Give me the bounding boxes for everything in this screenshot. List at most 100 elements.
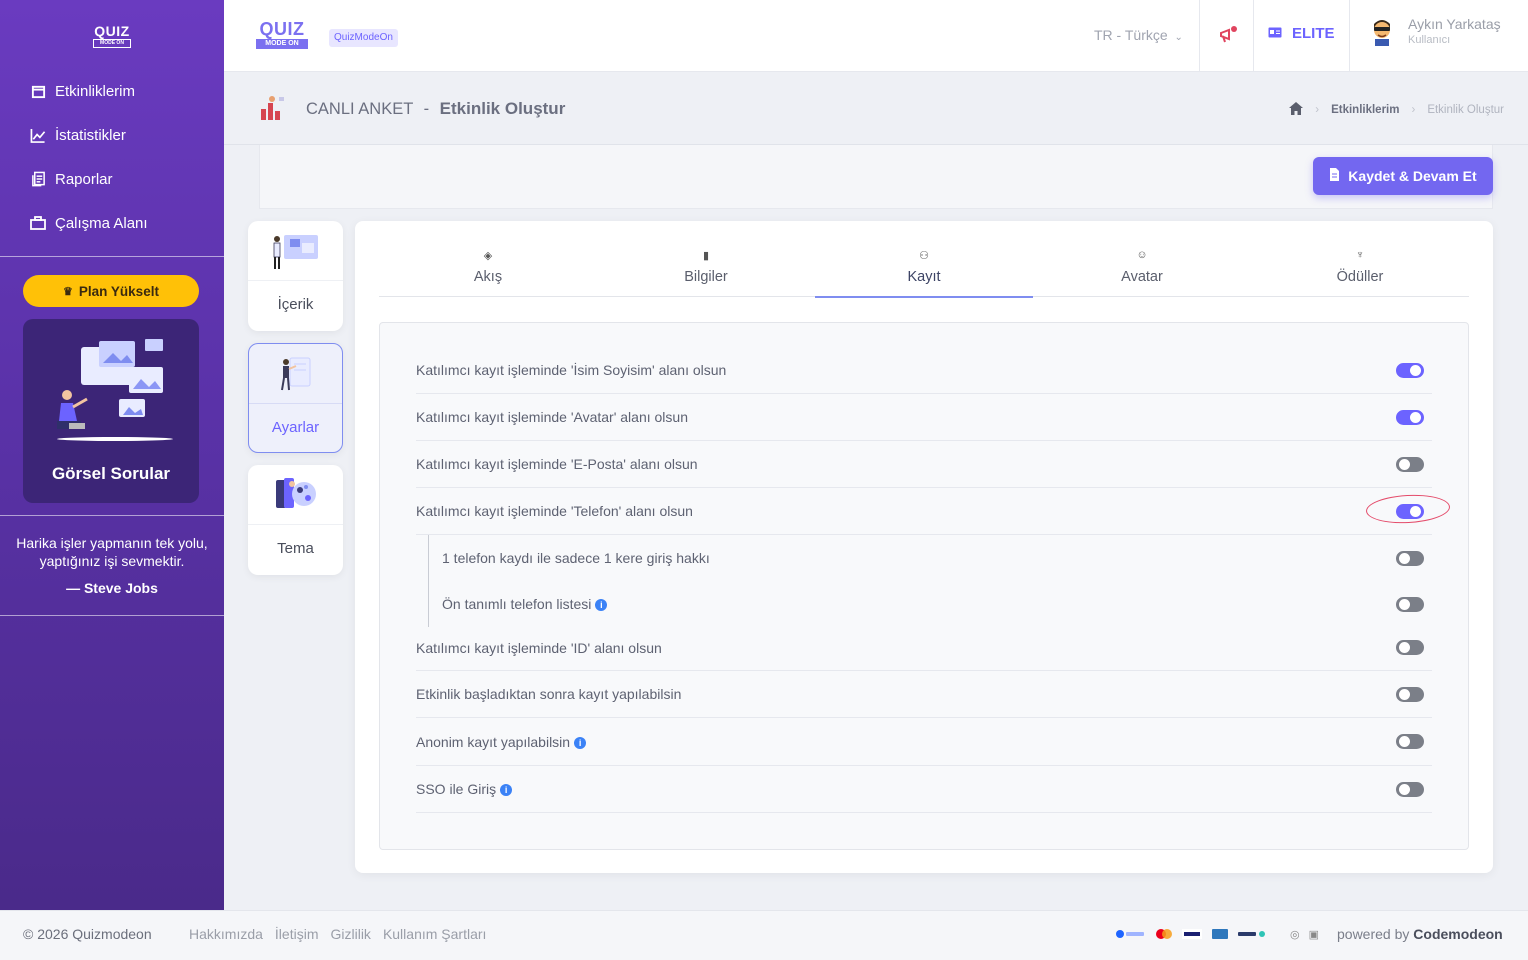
face-icon: ☺ xyxy=(1136,249,1148,261)
home-icon[interactable] xyxy=(1289,102,1304,118)
page-titlebar: CANLI ANKET - Etkinlik Oluştur › Etkinli… xyxy=(224,73,1528,145)
section-theme-card[interactable]: Tema xyxy=(248,465,343,575)
sidebar: QUIZ MODE ON Etkinliklerim İstatistikler… xyxy=(0,0,224,910)
instagram-icon[interactable]: ◎ xyxy=(1290,928,1300,941)
trophy-icon: ♆ xyxy=(1355,249,1365,261)
setting-label: Anonim kayıt yapılabilsin xyxy=(416,733,571,750)
quote-text: Harika işler yapmanın tek yolu, yaptığın… xyxy=(16,535,208,569)
sidebar-logo[interactable]: QUIZ MODE ON xyxy=(93,24,131,48)
sidebar-item-label: Etkinliklerim xyxy=(55,82,136,100)
sidebar-item-etkinliklerim[interactable]: Etkinliklerim xyxy=(29,80,148,102)
chevron-right-icon: › xyxy=(1315,104,1320,116)
card-label: İçerik xyxy=(277,296,314,313)
visa-icon xyxy=(1182,929,1202,941)
language-selector[interactable]: TR - Türkçe ⌄ xyxy=(1094,27,1183,43)
save-continue-button[interactable]: Kaydet & Devam Et xyxy=(1313,157,1493,195)
user-menu[interactable]: Aykın Yarkataş Kullanıcı xyxy=(1370,16,1501,46)
setting-label: Katılımcı kayıt işleminde 'Telefon' alan… xyxy=(416,503,693,519)
footer: © 2026 Quizmodeon Hakkımızda İletişim Gi… xyxy=(0,910,1528,960)
megaphone-icon xyxy=(1220,26,1237,43)
calendar-icon xyxy=(29,82,47,100)
sidebar-divider xyxy=(0,515,224,516)
promo-illustration xyxy=(57,339,173,441)
logo-sub: MODE ON xyxy=(93,39,131,48)
setting-label: Katılımcı kayıt işleminde 'İsim Soyisim'… xyxy=(416,362,727,378)
tab-kayit[interactable]: ⚇ Kayıt xyxy=(815,243,1033,298)
document-icon xyxy=(29,170,47,188)
header-divider xyxy=(1349,0,1350,72)
setting-toggle[interactable] xyxy=(1396,409,1424,425)
event-type: CANLI ANKET xyxy=(306,100,413,118)
section-settings-card[interactable]: Ayarlar xyxy=(248,343,343,453)
info-icon[interactable]: i xyxy=(500,784,513,797)
card-label: Ayarlar xyxy=(271,419,320,436)
breadcrumb-item[interactable]: Etkinliklerim xyxy=(1331,104,1399,116)
iyzico-icon xyxy=(1116,929,1146,941)
footer-link[interactable]: Hakkımızda xyxy=(189,926,263,942)
footer-copyright: © 2026 Quizmodeon xyxy=(23,926,152,942)
settings-tabs: ◈ Akış ▮ Bilgiler ⚇ Kayıt ☺ Avatar ♆ Ödü… xyxy=(379,243,1469,298)
sidebar-item-raporlar[interactable]: Raporlar xyxy=(29,168,148,190)
card-label: Tema xyxy=(277,540,314,557)
footer-link[interactable]: Kullanım Şartları xyxy=(383,926,486,942)
powered-brand[interactable]: Codemodeon xyxy=(1413,926,1502,942)
user-name: Aykın Yarkataş xyxy=(1408,16,1501,32)
setting-toggle[interactable] xyxy=(1396,781,1424,797)
info-icon[interactable]: i xyxy=(574,736,587,749)
avatar xyxy=(1374,20,1390,46)
powered-by: powered by Codemodeon xyxy=(1337,926,1503,942)
plan-badge[interactable]: ELITE xyxy=(1268,25,1335,42)
title-separator: - xyxy=(423,100,430,118)
footer-link[interactable]: İletişim xyxy=(275,926,319,942)
amex-icon xyxy=(1212,929,1228,941)
info-icon[interactable]: i xyxy=(595,599,608,612)
id-card-icon xyxy=(1268,25,1282,42)
sidebar-item-label: İstatistikler xyxy=(55,126,126,144)
section-content-card[interactable]: İçerik xyxy=(248,221,343,331)
plan-upgrade-button[interactable]: ♛ Plan Yükselt xyxy=(23,275,199,307)
setting-toggle[interactable] xyxy=(1396,456,1424,472)
setting-label: Katılımcı kayıt işleminde 'E-Posta' alan… xyxy=(416,456,698,472)
header-logo[interactable]: QUIZ MODE ON xyxy=(256,20,308,49)
theme-illustration xyxy=(248,465,343,525)
settings-panel: ◈ Akış ▮ Bilgiler ⚇ Kayıt ☺ Avatar ♆ Ödü… xyxy=(355,221,1493,873)
save-continue-label: Kaydet & Devam Et xyxy=(1348,168,1477,184)
setting-label: Katılımcı kayıt işleminde 'Avatar' alanı… xyxy=(416,409,688,425)
setting-toggle[interactable] xyxy=(1396,734,1424,749)
setting-toggle[interactable] xyxy=(1396,686,1424,702)
setting-row: Katılımcı kayıt işleminde 'ID' alanı ols… xyxy=(416,625,1432,671)
setting-label: Katılımcı kayıt işleminde 'ID' alanı ols… xyxy=(416,639,662,656)
payment-logos xyxy=(1116,929,1266,941)
announcement-button[interactable] xyxy=(1218,24,1240,51)
promo-card[interactable]: Görsel Sorular xyxy=(23,319,199,503)
language-label: TR - Türkçe xyxy=(1094,27,1168,43)
tab-label: Akış xyxy=(473,269,503,285)
sidebar-divider xyxy=(0,256,224,257)
save-icon xyxy=(1329,168,1340,184)
setting-toggle[interactable] xyxy=(1396,596,1424,612)
tab-oduller[interactable]: ♆ Ödüller xyxy=(1251,243,1469,296)
tab-avatar[interactable]: ☺ Avatar xyxy=(1033,243,1251,296)
sidebar-item-label: Raporlar xyxy=(55,170,113,188)
setting-label-wrap: Anonim kayıt yapılabilsin i xyxy=(416,734,1432,750)
quote-author: — Steve Jobs xyxy=(66,580,158,596)
sidebar-divider xyxy=(0,615,224,616)
setting-label: Ön tanımlı telefon listesi xyxy=(442,596,592,612)
linkedin-icon[interactable]: ▣ xyxy=(1309,928,1319,941)
setting-toggle[interactable] xyxy=(1396,640,1424,655)
sidebar-item-calisma-alani[interactable]: Çalışma Alanı xyxy=(29,212,148,234)
content-illustration xyxy=(248,221,343,281)
action-strip xyxy=(259,145,1493,209)
footer-link[interactable]: Gizlilik xyxy=(330,926,370,942)
setting-toggle[interactable] xyxy=(1396,503,1424,519)
brand-badge: QuizModeOn xyxy=(329,29,398,47)
registration-settings: Katılımcı kayıt işleminde 'İsim Soyisim'… xyxy=(379,322,1469,850)
sidebar-nav: Etkinliklerim İstatistikler Raporlar Çal… xyxy=(29,80,148,256)
setting-label: 1 telefon kaydı ile sadece 1 kere giriş … xyxy=(442,550,710,566)
tab-akis[interactable]: ◈ Akış xyxy=(379,243,597,296)
sidebar-item-istatistikler[interactable]: İstatistikler xyxy=(29,124,148,146)
setting-toggle[interactable] xyxy=(1396,550,1424,566)
tab-bilgiler[interactable]: ▮ Bilgiler xyxy=(597,243,815,296)
setting-toggle[interactable] xyxy=(1396,362,1424,378)
logo-word: QUIZ xyxy=(259,19,305,39)
